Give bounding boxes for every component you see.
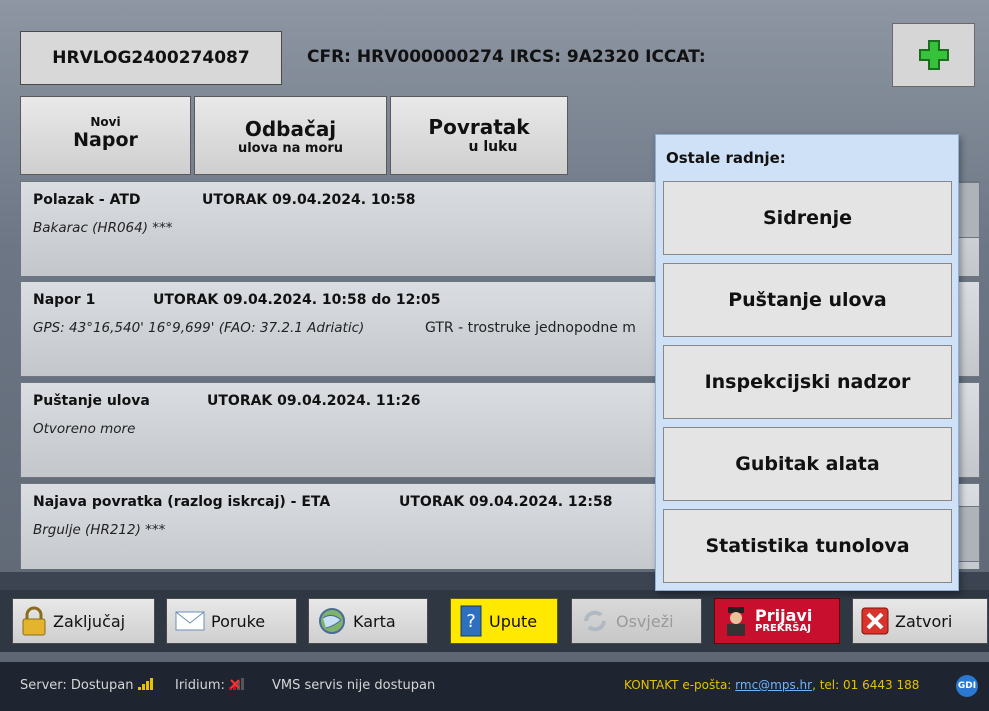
event-title: Polazak - ATD <box>33 192 141 208</box>
lock-label: Zaključaj <box>53 611 126 631</box>
help-book-icon: ? <box>460 605 482 637</box>
popup-title: Ostale radnje: <box>666 149 786 167</box>
gear-loss-button[interactable]: Gubitak alata <box>663 427 952 501</box>
tuna-statistics-button[interactable]: Statistika tunolova <box>663 509 952 583</box>
server-status-label: Server: Dostupan <box>20 678 134 693</box>
return-line2: u luku <box>468 139 518 155</box>
green-plus-icon <box>918 40 949 70</box>
inspection-button[interactable]: Inspekcijski nadzor <box>663 345 952 419</box>
padlock-icon <box>22 606 46 636</box>
report-violation-button[interactable]: Prijavi PREKRŠAJ <box>714 598 840 644</box>
inspector-icon <box>727 607 745 636</box>
contact-email-link[interactable]: rmc@mps.hr <box>735 678 812 692</box>
other-actions-popup: Ostale radnje: Sidrenje Puštanje ulova I… <box>655 134 959 591</box>
catch-release-button[interactable]: Puštanje ulova <box>663 263 952 337</box>
help-label: Upute <box>489 611 538 631</box>
new-effort-line2: Napor <box>73 129 138 151</box>
event-time: UTORAK 09.04.2024. 10:58 do 12:05 <box>153 292 441 308</box>
anchoring-button[interactable]: Sidrenje <box>663 181 952 255</box>
event-location: Brgulje (HR212) *** <box>33 522 166 538</box>
event-time: UTORAK 09.04.2024. 12:58 <box>399 494 613 510</box>
event-location: Bakarac (HR064) *** <box>33 220 173 236</box>
messages-label: Poruke <box>211 611 266 631</box>
discard-line1: Odbačaj <box>244 117 337 141</box>
log-id-box[interactable]: HRVLOG2400274087 <box>20 31 282 85</box>
map-globe-icon <box>319 608 345 634</box>
svg-text:?: ? <box>466 611 476 632</box>
discard-button[interactable]: Odbačaj ulova na moru <box>194 96 387 175</box>
report-label: Prijavi <box>755 606 813 625</box>
close-button[interactable]: Zatvori <box>852 598 988 644</box>
new-effort-button[interactable]: Novi Napor <box>20 96 191 175</box>
map-button[interactable]: Karta <box>308 598 428 644</box>
event-location: Otvoreno more <box>33 421 136 437</box>
signal-bars-icon <box>137 678 153 690</box>
close-label: Zatvori <box>895 611 953 631</box>
add-button[interactable] <box>892 23 975 87</box>
gdi-logo: GDI <box>956 675 978 697</box>
refresh-label: Osvježi <box>616 611 674 631</box>
close-x-icon <box>861 607 889 635</box>
log-id: HRVLOG2400274087 <box>52 48 250 68</box>
bottom-toolbar: Zaključaj Poruke Karta ? Upute Osvježi P… <box>0 590 989 652</box>
new-effort-line1: Novi <box>90 115 121 129</box>
refresh-icon <box>584 610 606 632</box>
contact-prefix: KONTAKT e-pošta: <box>624 678 736 692</box>
map-label: Karta <box>353 611 396 631</box>
server-status: Server: Dostupan <box>20 678 154 693</box>
event-title: Napor 1 <box>33 292 96 308</box>
status-bar: Server: Dostupan Iridium: VMS servis nij… <box>0 662 989 711</box>
event-gps: GPS: 43°16,540' 16°9,699' (FAO: 37.2.1 A… <box>33 320 365 336</box>
return-line1: Povratak <box>428 115 530 139</box>
no-signal-icon <box>229 678 245 690</box>
event-title: Najava povratka (razlog iskrcaj) - ETA <box>33 494 331 510</box>
vms-status: VMS servis nije dostupan <box>272 678 436 693</box>
vessel-ids: CFR: HRV000000274 IRCS: 9A2320 ICCAT: <box>307 47 706 67</box>
messages-button[interactable]: Poruke <box>166 598 297 644</box>
return-to-port-button[interactable]: Povratak u luku <box>390 96 568 175</box>
discard-line2: ulova na moru <box>237 141 344 156</box>
event-time: UTORAK 09.04.2024. 10:58 <box>202 192 416 208</box>
event-edit-stub[interactable] <box>958 506 980 562</box>
contact-info: KONTAKT e-pošta: rmc@mps.hr, tel: 01 644… <box>624 678 919 692</box>
iridium-status-label: Iridium: <box>175 678 225 693</box>
iridium-status: Iridium: <box>175 678 245 693</box>
lock-button[interactable]: Zaključaj <box>12 598 155 644</box>
event-time: UTORAK 09.04.2024. 11:26 <box>207 393 421 409</box>
app-window: HRVLOG2400274087 CFR: HRV000000274 IRCS:… <box>0 0 989 711</box>
event-title: Puštanje ulova <box>33 393 150 409</box>
report-label-group: Prijavi PREKRŠAJ <box>755 608 812 634</box>
envelope-icon <box>175 611 205 631</box>
event-edit-stub[interactable] <box>958 182 980 238</box>
contact-phone: , tel: 01 6443 188 <box>812 678 920 692</box>
event-gear: GTR - trostruke jednopodne m <box>425 320 636 336</box>
refresh-button: Osvježi <box>571 598 702 644</box>
help-button[interactable]: ? Upute <box>450 598 558 644</box>
report-sublabel: PREKRŠAJ <box>755 623 811 634</box>
